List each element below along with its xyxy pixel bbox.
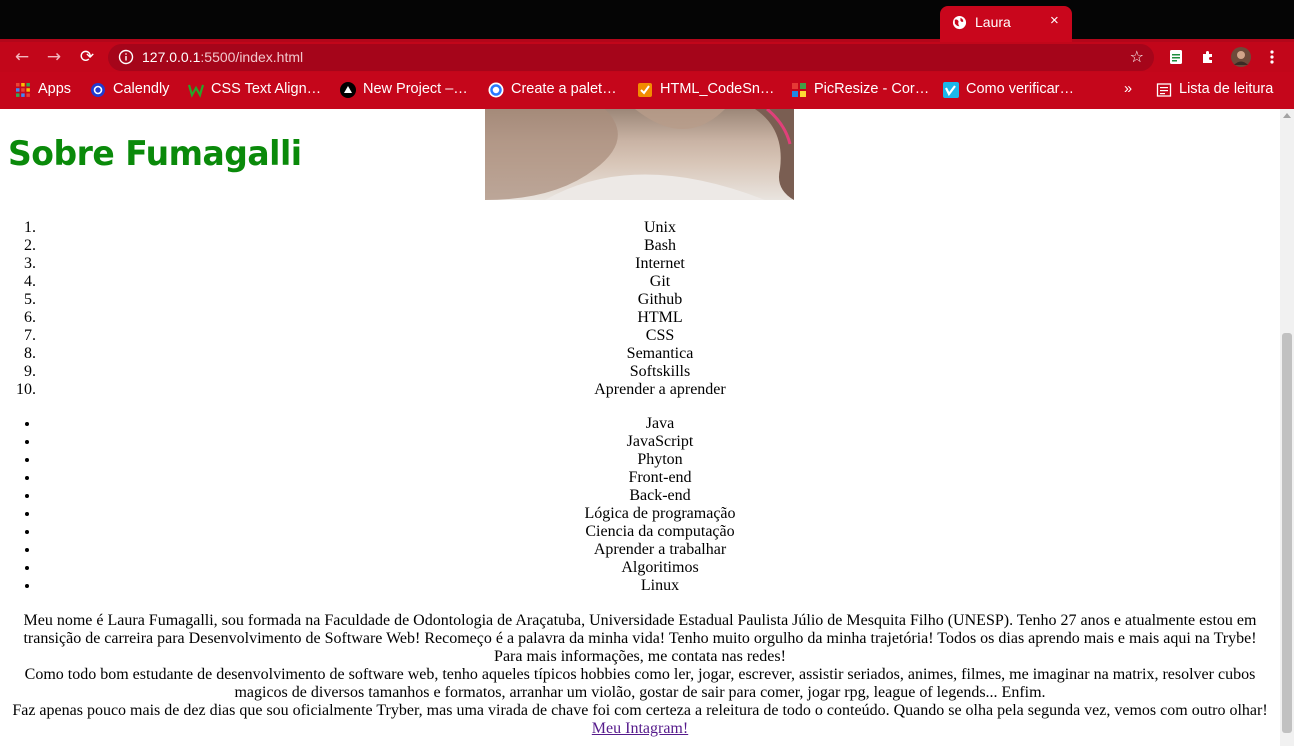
list-item: Phyton bbox=[40, 451, 1280, 469]
page-title: Sobre Fumagalli bbox=[8, 134, 302, 174]
list-item: Aprender a aprender bbox=[40, 381, 1280, 399]
address-bar[interactable]: 127.0.0.1:5500/index.html ☆ bbox=[108, 44, 1154, 71]
skills-ordered-list: Unix Bash Internet Git Github HTML CSS S… bbox=[0, 219, 1280, 399]
globe-icon bbox=[952, 15, 967, 30]
list-item: Softskills bbox=[40, 363, 1280, 381]
url-text: 127.0.0.1:5500/index.html bbox=[142, 49, 303, 65]
bio-paragraph: Meu nome é Laura Fumagalli, sou formada … bbox=[23, 612, 1257, 665]
list-item: Back-end bbox=[40, 487, 1280, 505]
profile-photo-image bbox=[485, 109, 794, 200]
bookmark-label: Create a palet… bbox=[511, 81, 617, 97]
bio-section: Meu nome é Laura Fumagalli, sou formada … bbox=[8, 612, 1272, 738]
scroll-up-arrow-icon[interactable] bbox=[1283, 113, 1291, 118]
list-item: Algoritimos bbox=[40, 559, 1280, 577]
list-item: Front-end bbox=[40, 469, 1280, 487]
list-item: JavaScript bbox=[40, 433, 1280, 451]
extensions-puzzle-icon[interactable] bbox=[1200, 49, 1216, 65]
page-viewport: Sobre Fumagalli Unix Bash Internet Git G… bbox=[0, 109, 1280, 746]
bookmark-label: CSS Text Align… bbox=[211, 81, 322, 97]
scrollbar-thumb[interactable] bbox=[1282, 333, 1292, 733]
bio-paragraph: Como todo bom estudante de desenvolvimen… bbox=[24, 666, 1256, 701]
vimeo-icon bbox=[943, 82, 959, 98]
tab-laura[interactable]: Laura × bbox=[940, 6, 1072, 42]
bio-paragraph: Faz apenas pouco mais de dez dias que so… bbox=[12, 702, 1268, 719]
vertical-scrollbar[interactable] bbox=[1280, 109, 1294, 746]
back-button[interactable]: ← bbox=[11, 46, 33, 68]
browser-toolbar: ← → ⟳ 127.0.0.1:5500/index.html ☆ bbox=[0, 42, 1294, 72]
apps-grid-icon bbox=[16, 83, 30, 97]
list-item: Aprender a trabalhar bbox=[40, 541, 1280, 559]
list-item: Java bbox=[40, 415, 1280, 433]
list-item: Github bbox=[40, 291, 1280, 309]
bookmark-label: PicResize - Cor… bbox=[814, 81, 930, 97]
bookmark-label: HTML_CodeSn… bbox=[660, 81, 775, 97]
bookmark-star-icon[interactable]: ☆ bbox=[1130, 47, 1144, 66]
bookmarks-bar: Apps Calendly CSS Text Align… New Projec… bbox=[0, 72, 1294, 109]
url-host: 127.0.0.1 bbox=[142, 49, 201, 65]
profile-photo bbox=[485, 109, 794, 200]
list-item: Git bbox=[40, 273, 1280, 291]
list-item: Internet bbox=[40, 255, 1280, 273]
list-item: CSS bbox=[40, 327, 1280, 345]
menu-kebab-icon[interactable] bbox=[1266, 49, 1278, 65]
bookmark-label: Como verificar… bbox=[966, 81, 1074, 97]
bookmark-label: Calendly bbox=[113, 81, 170, 97]
forward-button[interactable]: → bbox=[43, 46, 65, 68]
list-item: Ciencia da computação bbox=[40, 523, 1280, 541]
url-path: :5500/index.html bbox=[200, 49, 304, 65]
list-item: Semantica bbox=[40, 345, 1280, 363]
picresize-icon bbox=[792, 83, 806, 97]
extension-sheet-icon[interactable] bbox=[1168, 49, 1184, 65]
triangle-icon bbox=[340, 82, 356, 98]
checkbox-icon bbox=[638, 83, 652, 97]
reload-button[interactable]: ⟳ bbox=[76, 46, 98, 68]
list-item: Unix bbox=[40, 219, 1280, 237]
info-icon[interactable] bbox=[118, 49, 134, 65]
tab-strip: Laura × bbox=[0, 0, 1294, 42]
list-item: HTML bbox=[40, 309, 1280, 327]
bookmarks-overflow-button[interactable]: » bbox=[1124, 81, 1132, 99]
topics-unordered-list: Java JavaScript Phyton Front-end Back-en… bbox=[0, 415, 1280, 595]
reading-list-label: Lista de leitura bbox=[1179, 81, 1274, 97]
tab-close-button[interactable]: × bbox=[1050, 12, 1059, 29]
list-item: Linux bbox=[40, 577, 1280, 595]
chevron-double-right-icon: » bbox=[1124, 81, 1133, 97]
coolors-icon bbox=[488, 82, 504, 98]
calendly-icon bbox=[91, 83, 105, 97]
bookmark-label: New Project –… bbox=[363, 81, 468, 97]
list-item: Bash bbox=[40, 237, 1280, 255]
instagram-link[interactable]: Meu Intagram! bbox=[592, 720, 688, 737]
tab-title: Laura bbox=[975, 14, 1011, 30]
list-item: Lógica de programação bbox=[40, 505, 1280, 523]
profile-avatar[interactable] bbox=[1230, 46, 1252, 68]
reading-list-icon bbox=[1156, 83, 1172, 97]
bookmark-label: Apps bbox=[38, 81, 72, 97]
w3schools-icon bbox=[188, 84, 204, 98]
